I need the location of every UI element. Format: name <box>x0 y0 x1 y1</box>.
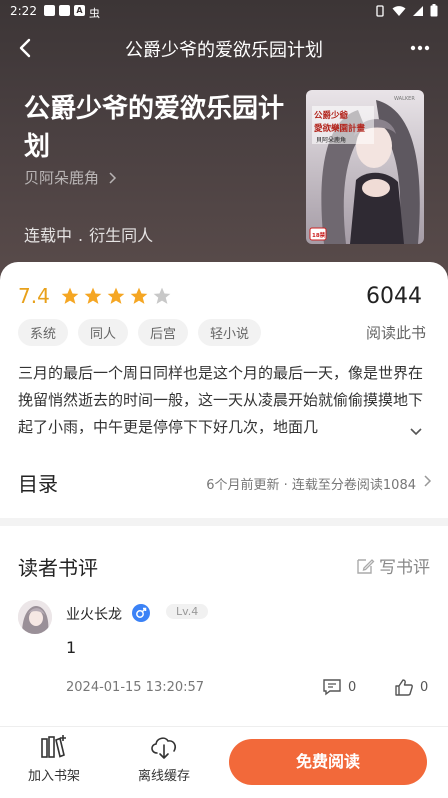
back-button[interactable] <box>10 32 42 64</box>
tag-chip[interactable]: 系统 <box>18 319 69 346</box>
nav-bar: 公爵少爷的爱欲乐园计划 <box>0 28 448 68</box>
book-cover[interactable]: 公爵少爺 愛欲樂園計畫 貝阿朵鹿角 WALKER 18禁 <box>306 90 424 244</box>
tag-chip[interactable]: 同人 <box>78 319 129 346</box>
book-title: 公爵少爷的爱欲乐园计划 <box>24 94 285 162</box>
author-name: 贝阿朵鹿角 <box>24 169 100 187</box>
bottom-action-bar: 加入书架 离线缓存 免费阅读 <box>0 726 448 798</box>
avatar[interactable] <box>18 600 52 634</box>
tag-chip[interactable]: 后宫 <box>138 319 189 346</box>
battery-icon <box>430 4 438 17</box>
review-user-name[interactable]: 业火长龙 <box>66 604 122 624</box>
bookshelf-icon <box>41 735 66 758</box>
rating: 7.4 <box>18 284 172 308</box>
thumbs-up-icon <box>395 679 413 696</box>
toc-update-info: 6个月前更新 · 连载至分卷阅读1084 <box>206 478 416 493</box>
notification-icons: A 虫 <box>44 5 100 21</box>
star-full-icon <box>107 287 125 304</box>
like-button[interactable]: 0 <box>394 678 428 696</box>
cover-title-line1: 公爵少爺 <box>314 110 349 121</box>
cover-title-line2: 愛欲樂園計畫 <box>314 123 366 134</box>
write-review-button[interactable]: 写书评 <box>355 553 430 578</box>
star-full-icon <box>84 287 102 304</box>
readers-count: 6044 <box>366 284 422 309</box>
notification-icon <box>59 5 70 16</box>
edit-icon <box>357 558 375 574</box>
book-category: 衍生同人 <box>89 226 154 245</box>
readers-label: 阅读此书 <box>365 324 426 342</box>
separator-dot: . <box>78 226 84 245</box>
user-level-badge: Lv.4 <box>166 604 209 619</box>
cover-author: 貝阿朵鹿角 <box>316 136 346 144</box>
chevron-right-icon <box>424 475 432 487</box>
review-text: 1 <box>66 638 77 657</box>
notification-icon: A <box>74 5 85 16</box>
avatar-image <box>18 600 52 634</box>
rating-score: 7.4 <box>18 284 50 308</box>
more-icon <box>410 45 430 51</box>
add-to-shelf-label: 加入书架 <box>27 769 80 784</box>
book-intro[interactable]: 三月的最后一个周日同样也是这个月的最后一天，像是世界在挽留悄然逝去的时间一般，这… <box>18 360 430 441</box>
comment-count: 0 <box>348 679 357 695</box>
wifi-icon <box>392 5 406 16</box>
status-time: 2:22 <box>10 4 37 18</box>
offline-cache-label: 离线缓存 <box>137 769 190 784</box>
write-review-label: 写书评 <box>379 558 430 578</box>
book-status-line: 连载中. 衍生同人 <box>24 222 153 246</box>
signal-icon <box>413 5 423 16</box>
star-full-icon <box>61 287 79 304</box>
author-link[interactable]: 贝阿朵鹿角 <box>24 167 117 188</box>
system-icons <box>374 4 438 17</box>
vibrate-icon <box>376 4 384 17</box>
more-button[interactable] <box>404 32 436 64</box>
review-item: 业火长龙 Lv.4 1 2024-01-15 13:20:57 0 0 <box>18 600 432 710</box>
chevron-left-icon <box>19 38 31 58</box>
cloud-download-icon <box>151 737 176 759</box>
reviews-title: 读者书评 <box>18 556 98 580</box>
toc-title: 目录 <box>18 472 58 496</box>
male-icon <box>132 604 150 622</box>
star-empty-icon <box>153 287 171 304</box>
offline-cache-button[interactable]: 离线缓存 <box>126 733 202 784</box>
status-bar: 2:22 A 虫 <box>0 0 448 24</box>
table-of-contents-row[interactable]: 目录 6个月前更新 · 连载至分卷阅读1084 <box>18 468 432 500</box>
bug-icon: 虫 <box>89 7 100 20</box>
chevron-right-icon <box>109 171 117 184</box>
review-date: 2024-01-15 13:20:57 <box>66 680 205 695</box>
expand-intro-button[interactable] <box>400 424 432 446</box>
cover-brand: WALKER <box>394 96 415 102</box>
serial-status: 连载中 <box>24 226 73 245</box>
notification-icon <box>44 5 55 16</box>
tag-list: 系统 同人 后宫 轻小说 <box>18 319 262 346</box>
star-full-icon <box>130 287 148 304</box>
cover-illustration: 公爵少爺 愛欲樂園計畫 貝阿朵鹿角 WALKER 18禁 <box>306 90 424 244</box>
comment-button[interactable]: 0 <box>322 678 356 696</box>
like-count: 0 <box>420 679 429 695</box>
tag-chip[interactable]: 轻小说 <box>198 319 262 346</box>
section-divider <box>0 518 448 526</box>
chevron-down-icon <box>410 428 422 436</box>
add-to-shelf-button[interactable]: 加入书架 <box>16 733 92 784</box>
free-read-button[interactable]: 免费阅读 <box>229 739 427 785</box>
cover-age-badge: 18禁 <box>312 231 326 239</box>
nav-title: 公爵少爷的爱欲乐园计划 <box>125 40 323 61</box>
rating-stars <box>60 286 172 306</box>
comment-icon <box>323 679 341 696</box>
